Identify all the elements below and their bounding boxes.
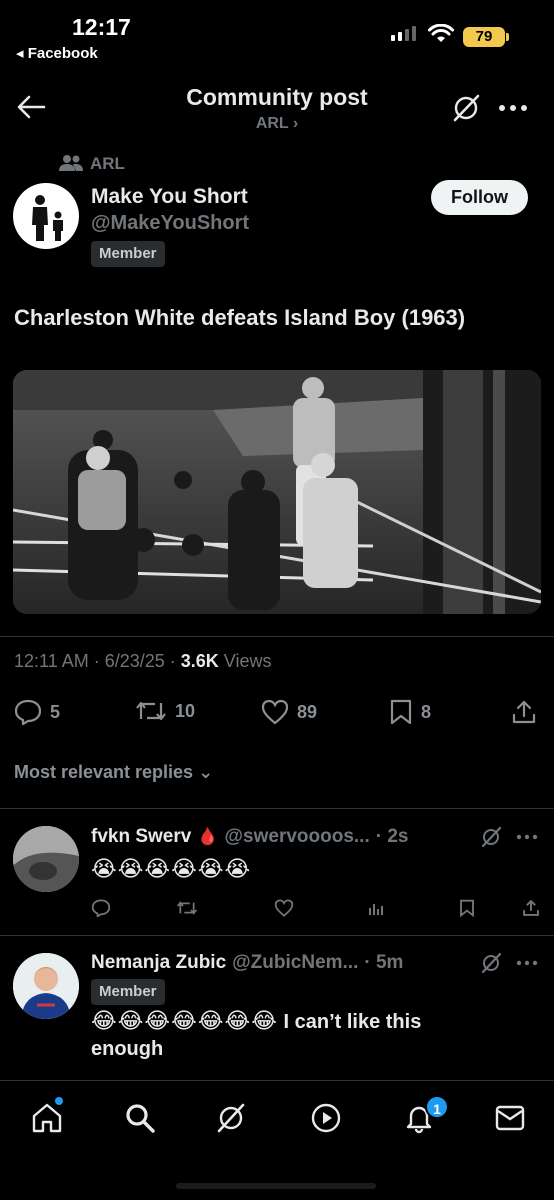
bookmark-button[interactable]: 8 xyxy=(389,699,431,725)
repost-icon xyxy=(136,701,166,721)
grok-icon[interactable] xyxy=(215,1102,247,1134)
reply-count: 5 xyxy=(50,701,61,722)
post-meta: 12:11 AM · 6/23/25 · 3.6K Views xyxy=(14,651,272,672)
grok-icon[interactable] xyxy=(451,93,481,123)
signal-icon xyxy=(391,26,416,41)
author-name[interactable]: Make You Short xyxy=(91,185,248,209)
post-timestamp: 12:11 AM · 6/23/25 · xyxy=(14,651,181,671)
reply-icon xyxy=(14,699,42,725)
views-label: Views xyxy=(218,651,272,671)
home-indicator xyxy=(176,1183,376,1189)
notification-count-badge: 1 xyxy=(425,1095,449,1119)
reply-author-handle[interactable]: @swervoooos... xyxy=(225,826,370,848)
heart-icon xyxy=(261,699,289,725)
video-play-icon[interactable] xyxy=(310,1102,342,1134)
bottom-navigation xyxy=(0,1080,554,1200)
bookmark-icon[interactable] xyxy=(459,899,475,917)
share-icon[interactable] xyxy=(522,899,540,917)
divider xyxy=(0,636,554,637)
reply-author-name[interactable]: fvkn Swerv xyxy=(91,826,191,848)
reply-text-line2: enough xyxy=(91,1038,164,1060)
status-time: 12:17 xyxy=(72,14,131,40)
more-options-icon[interactable] xyxy=(498,104,528,112)
bookmark-count: 8 xyxy=(421,701,432,722)
community-icon xyxy=(59,155,83,171)
reply-author-name[interactable]: Nemanja Zubic xyxy=(91,952,226,974)
chevron-down-icon: ⌄ xyxy=(193,762,214,782)
divider xyxy=(0,808,554,809)
like-button[interactable]: 89 xyxy=(261,699,317,725)
blood-drop-emoji: 🩸 xyxy=(197,827,219,846)
author-handle[interactable]: @MakeYouShort xyxy=(91,212,249,235)
view-count: 3.6K xyxy=(180,651,219,671)
reply-text: 😂😂😂😂😂😂😂 I can’t like this xyxy=(91,1008,421,1034)
messages-envelope-icon[interactable] xyxy=(494,1103,526,1133)
reply-author-handle[interactable]: @ZubicNem... xyxy=(232,952,358,974)
repost-count: 10 xyxy=(175,700,196,721)
home-icon[interactable] xyxy=(31,1102,63,1134)
battery-indicator: 79 xyxy=(463,27,505,47)
reply-header: Nemanja Zubic @ZubicNem... · 5m xyxy=(91,952,403,974)
grok-icon[interactable] xyxy=(480,952,502,974)
reply-time: · 5m xyxy=(364,952,404,973)
community-tag[interactable]: ARL xyxy=(90,154,125,174)
reply-text-line1: I can’t like this xyxy=(277,1011,422,1033)
reply-avatar[interactable] xyxy=(13,826,79,892)
grok-icon[interactable] xyxy=(480,826,502,848)
bookmark-icon xyxy=(390,699,412,725)
member-badge: Member xyxy=(91,241,165,267)
reply-emoji: 😂😂😂😂😂😂😂 xyxy=(91,1008,278,1033)
follow-button[interactable]: Follow xyxy=(431,180,528,215)
reply-time: · 2s xyxy=(375,826,409,847)
member-badge: Member xyxy=(91,979,165,1005)
like-count: 89 xyxy=(297,701,318,722)
heart-icon[interactable] xyxy=(274,899,294,917)
back-to-app-link[interactable]: ◂ Facebook xyxy=(16,44,98,62)
more-options-icon[interactable] xyxy=(516,960,538,966)
reply-icon[interactable] xyxy=(91,899,111,917)
wifi-icon xyxy=(428,24,454,42)
share-icon[interactable] xyxy=(511,699,537,725)
post-text: Charleston White defeats Island Boy (196… xyxy=(14,305,466,330)
reply-text: 😭😭😭😭😭😭 xyxy=(91,856,252,881)
reply-header: fvkn Swerv 🩸 @swervoooos... · 2s xyxy=(91,826,408,848)
more-options-icon[interactable] xyxy=(516,834,538,840)
sort-dropdown[interactable]: Most relevant replies ⌄ xyxy=(14,762,213,783)
repost-button[interactable]: 10 xyxy=(135,699,195,723)
home-unread-dot xyxy=(55,1097,63,1105)
author-avatar[interactable] xyxy=(13,183,79,249)
analytics-icon[interactable] xyxy=(368,900,384,916)
divider xyxy=(0,935,554,936)
post-video[interactable] xyxy=(13,370,541,614)
battery-tip xyxy=(506,33,509,41)
reply-button[interactable]: 5 xyxy=(14,699,60,725)
reply-avatar[interactable] xyxy=(13,953,79,1019)
repost-icon[interactable] xyxy=(176,900,198,916)
search-icon[interactable] xyxy=(124,1102,156,1134)
sort-label: Most relevant replies xyxy=(14,762,194,782)
